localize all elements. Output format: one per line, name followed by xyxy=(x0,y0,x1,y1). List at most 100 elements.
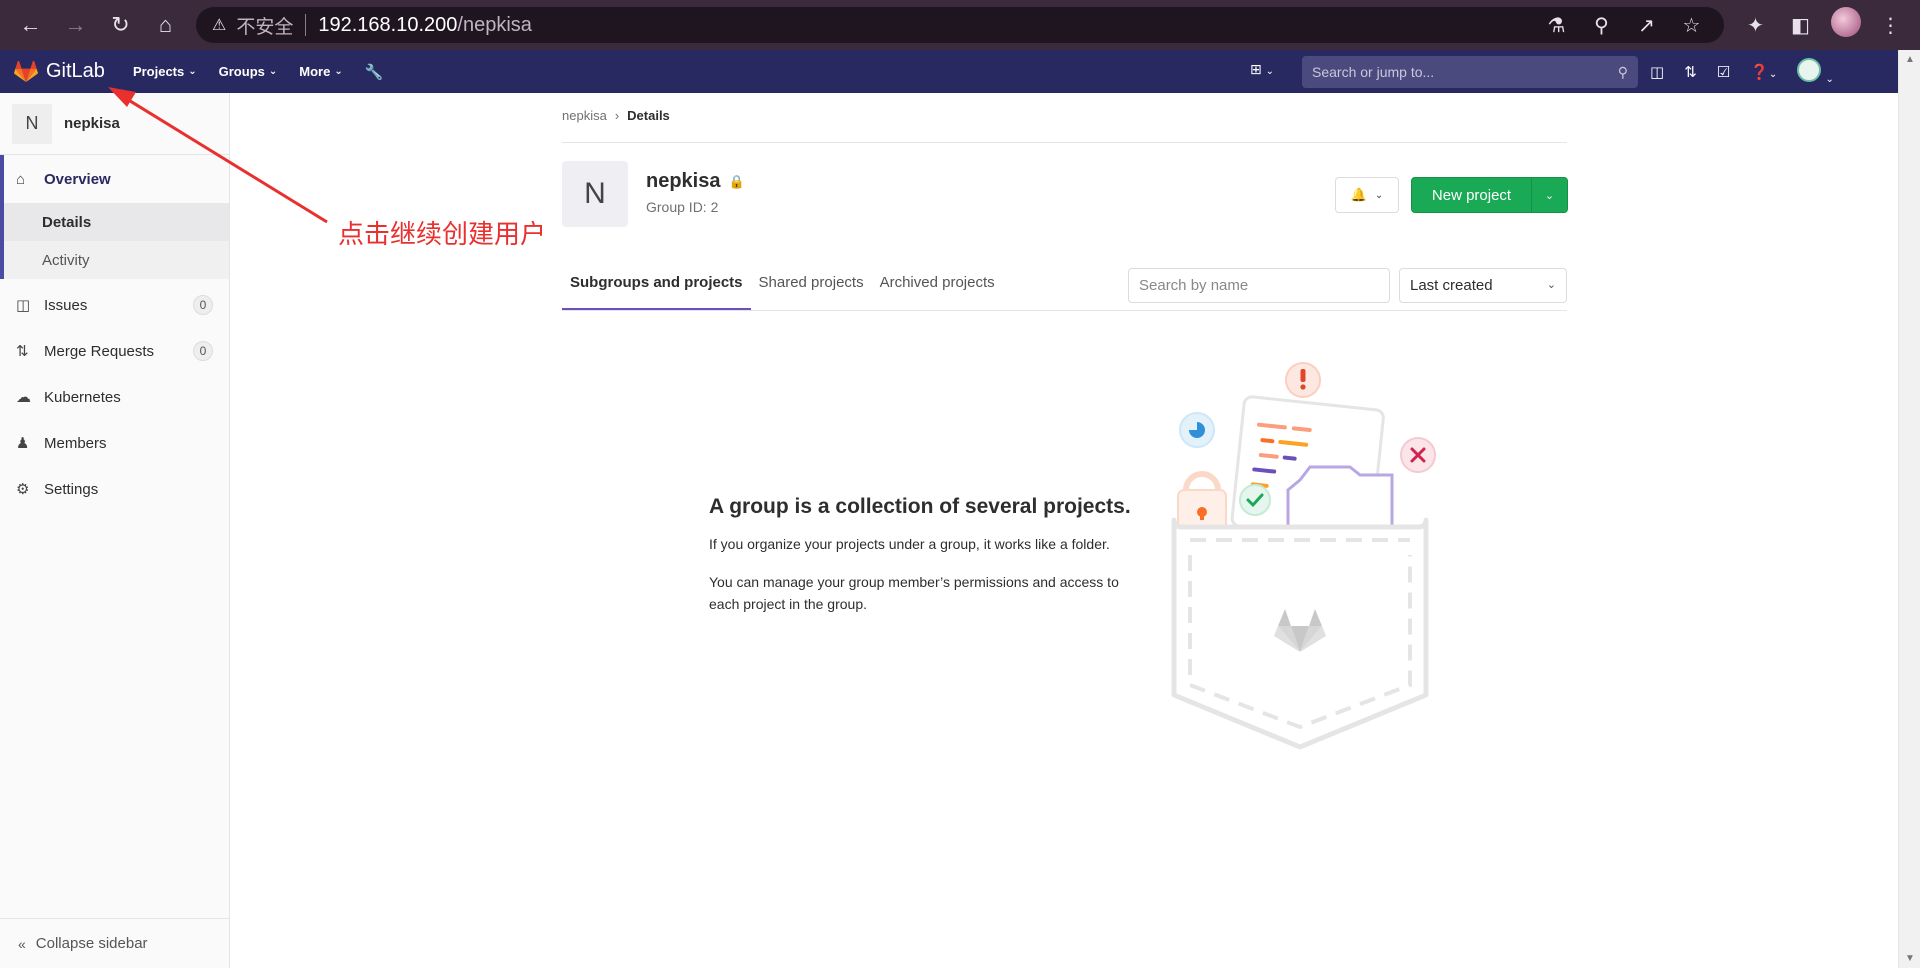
group-name: nepkisa xyxy=(646,170,721,192)
chevron-down-icon: ⌄ xyxy=(334,66,343,77)
gitlab-logo[interactable]: GitLab xyxy=(14,60,105,83)
zoom-icon[interactable]: ⚲ xyxy=(1579,13,1624,38)
sidebar-group-header[interactable]: N nepkisa xyxy=(0,93,229,155)
side-panel-icon[interactable]: ◧ xyxy=(1778,13,1823,38)
nav-more[interactable]: More ⌄ xyxy=(299,64,342,79)
sidebar-item-merge-requests[interactable]: ⇅ Merge Requests 0 xyxy=(0,328,229,374)
sidebar-item-label: Overview xyxy=(44,170,111,188)
issues-count-badge: 0 xyxy=(193,295,213,315)
issues-icon: ◫ xyxy=(16,297,31,314)
divider xyxy=(562,310,1567,311)
double-chevron-left-icon: « xyxy=(18,935,26,952)
alert-icon xyxy=(1300,384,1306,390)
new-project-button[interactable]: New project xyxy=(1412,178,1532,212)
sidebar-item-settings[interactable]: ⚙ Settings xyxy=(0,466,229,512)
sidebar-item-details[interactable]: Details xyxy=(4,203,229,241)
bookmark-star-icon[interactable]: ☆ xyxy=(1669,13,1714,38)
nav-groups[interactable]: Groups ⌄ xyxy=(219,64,278,79)
home-icon: ⌂ xyxy=(16,170,26,188)
url-host: 192.168.10.200 xyxy=(318,13,458,36)
plus-square-icon: ⊞ xyxy=(1250,61,1262,77)
chevron-down-icon: ⌄ xyxy=(268,66,278,77)
divider xyxy=(562,142,1567,143)
merge-requests-count-badge: 0 xyxy=(193,341,213,361)
sidebar-item-label: Issues xyxy=(44,296,88,314)
forward-icon[interactable]: → xyxy=(53,0,98,50)
group-empty-state-illustration xyxy=(1171,362,1436,750)
sidebar-item-members[interactable]: ♟ Members xyxy=(0,420,229,466)
group-avatar: N xyxy=(562,161,628,227)
todos-icon[interactable]: ☑ xyxy=(1717,63,1730,81)
breadcrumb-parent[interactable]: nepkisa xyxy=(562,108,607,123)
sidebar-item-label: Members xyxy=(44,434,107,452)
profile-avatar[interactable] xyxy=(1823,7,1868,43)
tab-shared-projects[interactable]: Shared projects xyxy=(751,268,872,310)
back-icon[interactable]: ← xyxy=(8,0,53,50)
sidebar-group-name: nepkisa xyxy=(64,115,120,132)
tanuki-icon xyxy=(14,60,38,82)
warning-icon: ⚠ xyxy=(212,17,227,34)
check-icon xyxy=(1239,484,1271,516)
group-tabs: Subgroups and projects Shared projects A… xyxy=(562,268,1003,310)
collapse-sidebar-label: Collapse sidebar xyxy=(35,935,148,952)
nav-projects[interactable]: Projects ⌄ xyxy=(133,64,197,79)
breadcrumb-current[interactable]: Details xyxy=(627,108,670,123)
browser-toolbar: ← → ↻ ⌂ ⚠ 不安全 192.168.10.200 /nepkisa ⚗ … xyxy=(0,0,1920,50)
tab-subgroups-and-projects[interactable]: Subgroups and projects xyxy=(562,268,751,310)
reload-icon[interactable]: ↻ xyxy=(98,0,143,50)
cloud-gear-icon: ☁ xyxy=(16,389,31,406)
bell-icon: 🔔 xyxy=(1350,187,1367,202)
global-search-input[interactable]: Search or jump to... ⚲ xyxy=(1302,56,1638,88)
security-label: 不安全 xyxy=(236,15,294,38)
sort-selected-value: Last created xyxy=(1410,277,1493,294)
user-avatar[interactable]: ⌄ xyxy=(1797,57,1834,86)
new-dropdown-button[interactable]: ⊞ ⌄ xyxy=(1250,61,1274,78)
search-by-name-placeholder: Search by name xyxy=(1139,277,1249,294)
search-icon: ⚲ xyxy=(1617,63,1628,80)
chevron-down-icon: ⌄ xyxy=(1265,66,1275,77)
share-icon[interactable]: ↗ xyxy=(1624,13,1669,38)
scroll-up-icon[interactable]: ▲ xyxy=(1905,54,1915,65)
help-icon[interactable]: ❓⌄ xyxy=(1750,63,1777,81)
breadcrumb-separator: › xyxy=(614,108,620,123)
sidebar-overview-section: ⌂ Overview Details Activity xyxy=(0,155,229,279)
scroll-down-icon[interactable]: ▼ xyxy=(1905,953,1915,964)
users-icon: ♟ xyxy=(16,435,30,452)
sidebar-item-label: Kubernetes xyxy=(44,388,121,406)
sidebar-item-kubernetes[interactable]: ☁ Kubernetes xyxy=(0,374,229,420)
translate-icon[interactable]: ⚗ xyxy=(1534,13,1579,38)
gear-icon: ⚙ xyxy=(16,481,30,498)
sidebar-item-overview[interactable]: ⌂ Overview xyxy=(4,155,229,203)
empty-state-description: You can manage your group member’s permi… xyxy=(709,574,1119,612)
sidebar-item-activity[interactable]: Activity xyxy=(4,241,229,279)
nav-projects-label: Projects xyxy=(132,64,185,79)
group-avatar-small: N xyxy=(12,103,52,144)
annotation-arrow xyxy=(108,87,328,224)
browser-menu-icon[interactable]: ⋮ xyxy=(1868,13,1913,38)
group-id: Group ID: 2 xyxy=(646,199,719,215)
nav-more-label: More xyxy=(299,64,331,79)
sidebar-item-issues[interactable]: ◫ Issues 0 xyxy=(0,282,229,328)
admin-wrench-icon[interactable]: 🔧 xyxy=(365,63,384,81)
home-icon[interactable]: ⌂ xyxy=(143,0,188,50)
chevron-down-icon: ⌄ xyxy=(188,66,197,77)
address-bar[interactable]: ⚠ 不安全 192.168.10.200 /nepkisa ⚗ ⚲ ↗ ☆ xyxy=(196,7,1724,43)
alert-icon xyxy=(1300,369,1306,382)
new-project-split-button: New project ⌄ xyxy=(1411,177,1568,213)
gitlab-brand: GitLab xyxy=(46,60,105,82)
search-by-name-input[interactable]: Search by name xyxy=(1128,268,1390,303)
page-scrollbar[interactable]: ▲ ▼ xyxy=(1898,50,1920,968)
collapse-sidebar-button[interactable]: « Collapse sidebar xyxy=(0,918,229,968)
tab-archived-projects[interactable]: Archived projects xyxy=(872,268,1003,310)
new-project-dropdown-toggle[interactable]: ⌄ xyxy=(1532,178,1567,212)
issues-icon[interactable]: ◫ xyxy=(1650,63,1664,81)
notification-settings-button[interactable]: 🔔 ⌄ xyxy=(1335,177,1399,213)
annotation-text: 点击继续创建用户 xyxy=(338,220,547,250)
gitlab-topnav: GitLab Projects ⌄ Groups ⌄ More ⌄ 🔧 ⊞ ⌄ Sea… xyxy=(0,50,1898,93)
lock-illustration xyxy=(1183,471,1221,491)
sort-select[interactable]: Last created ⌄ xyxy=(1399,268,1567,303)
breadcrumb: nepkisa › Details xyxy=(562,108,670,123)
merge-requests-icon[interactable]: ⇅ xyxy=(1684,63,1697,81)
global-search-placeholder: Search or jump to... xyxy=(1312,64,1435,80)
extensions-icon[interactable]: ✦ xyxy=(1733,13,1778,38)
